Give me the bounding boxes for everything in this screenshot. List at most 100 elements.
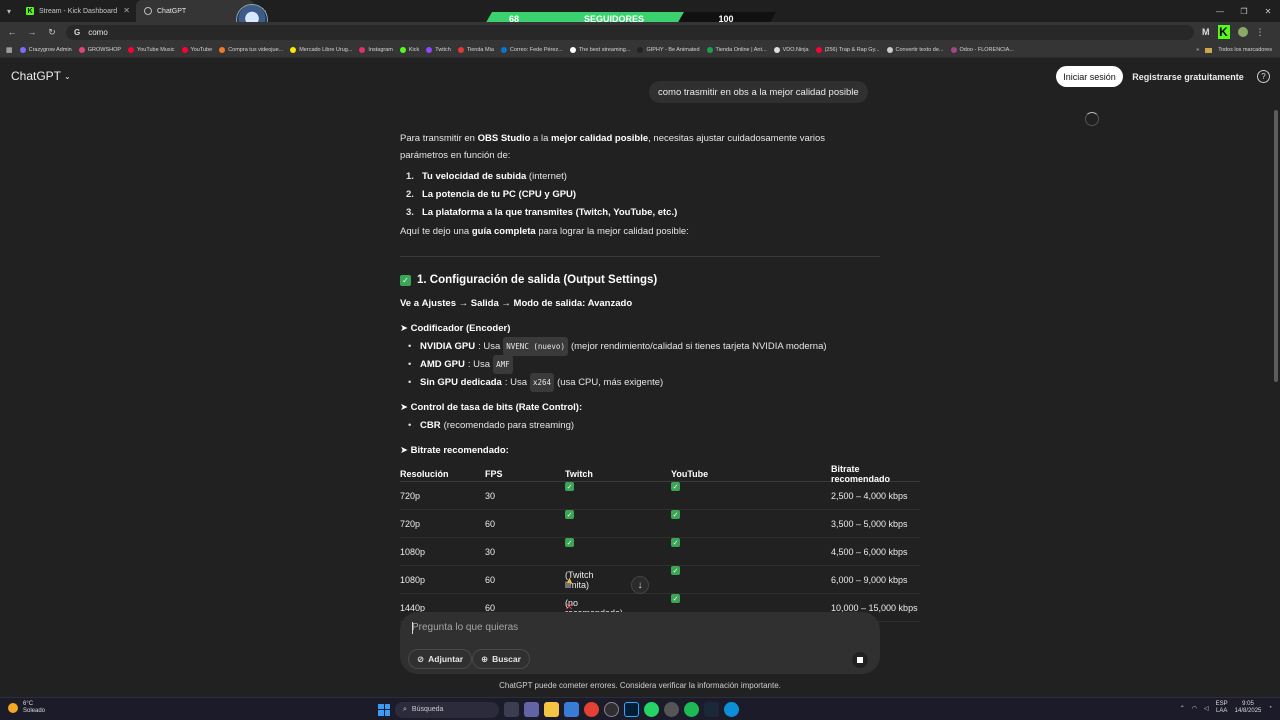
reload-icon[interactable]: ↻ — [46, 27, 58, 38]
extension-m-icon[interactable]: M — [1202, 27, 1210, 37]
bookmark-item[interactable]: YouTube Music — [128, 46, 175, 53]
bookmark-item[interactable]: GROWSHOP — [78, 46, 121, 53]
tab-search-dropdown[interactable]: ▾ — [0, 0, 18, 22]
text-caret — [412, 622, 413, 634]
model-selector[interactable]: ChatGPT ⌄ — [11, 69, 71, 83]
kick-extension-icon[interactable]: K — [1217, 25, 1230, 39]
attach-button[interactable]: ⊘ Adjuntar — [408, 649, 473, 669]
wifi-icon[interactable]: ◠ — [1192, 705, 1197, 712]
notification-bell-icon[interactable]: ◔ — [1268, 705, 1272, 711]
bookmark-item[interactable]: Mercado Libre Urug... — [290, 46, 352, 53]
all-bookmarks-button[interactable]: Todos los marcadores — [1218, 47, 1272, 53]
message-composer[interactable]: Pregunta lo que quieras ⊘ Adjuntar ⊕ Bus… — [400, 612, 880, 674]
edge-icon[interactable] — [724, 702, 739, 717]
table-header-row: Resolución FPS Twitch YouTube Bitrate re… — [400, 464, 920, 484]
bookmark-item[interactable]: The best streaming... — [569, 46, 630, 53]
windows-taskbar: 6°C Soleado ⌕ Búsqueda ⌃ ◠ ◁ ESP LAA 9:05 1… — [0, 697, 1280, 720]
check-mark-icon: ✓ — [671, 510, 680, 519]
factors-list: 1. Tu velocidad de subida (internet) 2. La… — [400, 167, 920, 221]
settings-path: Ve a Ajustes → Salida → Modo de salida: … — [400, 298, 633, 309]
close-tab-icon[interactable]: ✕ — [123, 6, 130, 15]
bookmark-item[interactable]: Tienda Mia — [457, 46, 494, 53]
cell-bitrate: 4,500 – 6,000 kbps — [831, 546, 908, 557]
apps-grid-icon[interactable]: ▦ — [6, 46, 13, 54]
clock[interactable]: 9:05 14/8/2025 — [1235, 701, 1262, 715]
bookmark-item[interactable]: Twitch — [426, 46, 451, 53]
volume-icon[interactable]: ◁ — [1204, 705, 1209, 712]
bookmark-item[interactable]: Crazygrow Admin — [19, 46, 72, 53]
taskbar-search[interactable]: ⌕ Búsqueda — [395, 701, 499, 718]
bookmark-item[interactable]: YouTube — [181, 46, 212, 53]
check-mark-icon: ✓ — [671, 482, 680, 491]
spotify-icon[interactable] — [684, 702, 699, 717]
check-mark-icon: ✓ — [565, 538, 574, 547]
bookmark-favicon-icon — [399, 46, 406, 53]
guide-paragraph: Aquí te dejo una guía completa para logr… — [400, 226, 689, 237]
prompt-input[interactable]: Pregunta lo que quieras — [412, 622, 518, 633]
cell-fps: 60 — [485, 574, 496, 585]
bookmark-item[interactable]: VDO.Ninja — [773, 46, 809, 53]
obs-icon[interactable] — [604, 702, 619, 717]
bookmark-favicon-icon — [128, 46, 135, 53]
chrome-icon[interactable] — [584, 702, 599, 717]
tab-kick-dashboard[interactable]: K Stream - Kick Dashboard ✕ — [18, 0, 136, 22]
bookmark-item[interactable]: Tienda Online | Ant... — [706, 46, 767, 53]
globe-icon: ⊕ — [481, 653, 489, 664]
menu-dots-icon[interactable]: ⋮ — [1256, 27, 1265, 38]
login-button[interactable]: Iniciar sesión — [1056, 66, 1123, 87]
bookmark-favicon-icon — [637, 46, 644, 53]
omnibox-input[interactable]: G como — [66, 24, 1194, 40]
bookmark-item[interactable]: Correo: Fede Pérez... — [500, 46, 563, 53]
table-row: 1080p 60 ▲ (Twitch limita) ✓ 6,000 – 9,000 kb… — [400, 566, 920, 594]
bookmark-item[interactable]: Convertir texto de... — [886, 46, 944, 53]
scroll-to-bottom-button[interactable]: ↓ — [631, 576, 649, 594]
task-view-icon[interactable] — [504, 702, 519, 717]
language-indicator[interactable]: ESP LAA — [1216, 701, 1228, 715]
search-button[interactable]: ⊕ Buscar — [472, 649, 530, 669]
bookmark-favicon-icon — [359, 46, 366, 53]
bookmark-favicon-icon — [815, 46, 822, 53]
bookmark-item[interactable]: Odoo - FLORENCIA... — [950, 46, 1014, 53]
cell-resolution: 720p — [400, 518, 421, 529]
close-window-icon[interactable]: ✕ — [1256, 0, 1280, 22]
file-explorer-icon[interactable] — [544, 702, 559, 717]
bookmark-item[interactable]: GIPHY - Be Animated — [637, 46, 700, 53]
encoder-heading: ➤ Codificador (Encoder) — [400, 323, 511, 334]
google-icon: G — [74, 27, 81, 37]
minimize-icon[interactable]: — — [1208, 0, 1232, 22]
extension-icons: M K ⋮ — [1202, 25, 1265, 39]
bookmark-item[interactable]: (256) Trap & Rap Gy... — [815, 46, 880, 53]
bookmark-item[interactable]: Kick — [399, 46, 419, 53]
page-scrollbar[interactable] — [1274, 110, 1278, 382]
steam-icon[interactable] — [704, 702, 719, 717]
bookmark-item[interactable]: Compra tus videojue... — [219, 46, 283, 53]
profile-avatar-icon[interactable] — [1237, 27, 1248, 37]
taskbar-apps: ⌕ Búsqueda — [378, 700, 739, 719]
list-item: NVIDIA GPU: Usa NVENC (nuevo) (mejor ren… — [400, 336, 920, 356]
chatgpt-favicon-icon — [144, 7, 152, 15]
check-mark-icon: ✓ — [565, 510, 574, 519]
search-icon: ⌕ — [403, 705, 407, 713]
settings-gear-icon[interactable] — [664, 702, 679, 717]
whatsapp-icon[interactable] — [644, 702, 659, 717]
windows-start-icon[interactable] — [378, 703, 390, 716]
back-arrow-icon[interactable]: ← — [6, 27, 18, 37]
store-icon[interactable] — [564, 702, 579, 717]
check-mark-icon: ✓ — [671, 538, 680, 547]
table-row: 720p 60 ✓ ✓ 3,500 – 5,000 kbps — [400, 510, 920, 538]
weather-widget[interactable]: 6°C Soleado — [8, 701, 45, 715]
teams-icon[interactable] — [524, 702, 539, 717]
register-button[interactable]: Registrarse gratuitamente — [1131, 66, 1245, 87]
photoshop-icon[interactable] — [624, 702, 639, 717]
chevron-up-icon[interactable]: ⌃ — [1180, 705, 1185, 712]
bookmark-favicon-icon — [181, 46, 188, 53]
forward-arrow-icon[interactable]: → — [26, 27, 38, 37]
more-bookmarks-button[interactable]: » — [1196, 47, 1199, 53]
help-icon[interactable]: ? — [1257, 70, 1270, 83]
stop-generating-button[interactable] — [852, 652, 868, 668]
bookmark-favicon-icon — [500, 46, 507, 53]
restore-icon[interactable]: ❐ — [1232, 0, 1256, 22]
disclaimer-text: ChatGPT puede cometer errores. Considera… — [499, 681, 781, 690]
bookmark-item[interactable]: Instagram — [359, 46, 393, 53]
chevron-down-icon: ⌄ — [64, 71, 71, 81]
